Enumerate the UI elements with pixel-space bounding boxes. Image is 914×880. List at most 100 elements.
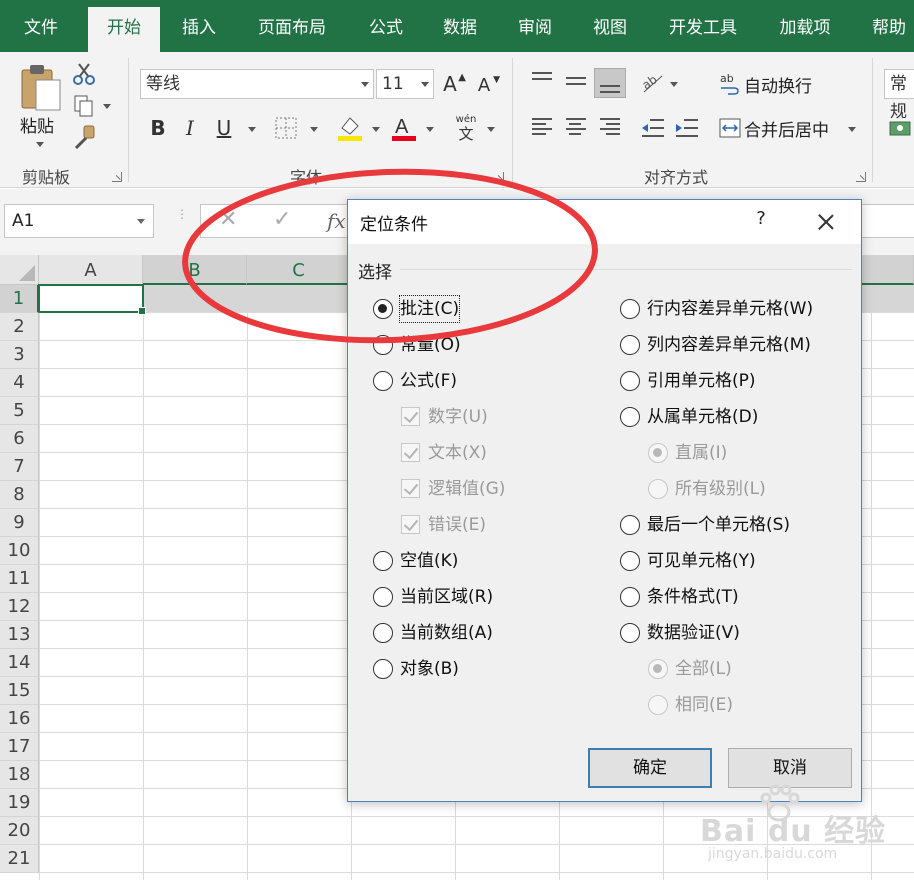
chevron-down-icon[interactable] bbox=[248, 127, 256, 132]
radio-button[interactable] bbox=[620, 407, 640, 427]
tab-home[interactable]: 开始 bbox=[88, 7, 160, 52]
decrease-indent-icon[interactable] bbox=[640, 116, 666, 140]
radio-button[interactable] bbox=[620, 623, 640, 643]
cancel-button[interactable]: 取消 bbox=[728, 748, 852, 788]
row-header[interactable]: 19 bbox=[0, 789, 39, 817]
merge-center-button[interactable]: 合并后居中 bbox=[744, 116, 829, 141]
chevron-down-icon[interactable] bbox=[426, 127, 434, 132]
increase-indent-icon[interactable] bbox=[674, 116, 700, 140]
font-size-combo[interactable]: 11 bbox=[376, 69, 434, 99]
tab-help[interactable]: 帮助 bbox=[862, 0, 914, 52]
tab-review[interactable]: 审阅 bbox=[505, 0, 565, 52]
phonetic-guide-button[interactable]: wén 文 bbox=[452, 114, 480, 144]
row-header[interactable]: 1 bbox=[0, 285, 39, 313]
row-header[interactable]: 13 bbox=[0, 621, 39, 649]
row-header[interactable]: 6 bbox=[0, 425, 39, 453]
paste-button[interactable]: 粘贴 bbox=[12, 58, 66, 156]
row-header[interactable]: 14 bbox=[0, 649, 39, 677]
row-header[interactable]: 5 bbox=[0, 397, 39, 425]
chevron-down-icon[interactable] bbox=[670, 82, 678, 87]
insert-function-icon[interactable]: fx bbox=[327, 209, 346, 233]
row-header[interactable]: 8 bbox=[0, 481, 39, 509]
font-name-combo[interactable]: 等线 bbox=[140, 69, 374, 99]
align-bottom-icon[interactable] bbox=[594, 68, 626, 98]
row-header[interactable]: 15 bbox=[0, 677, 39, 705]
align-center-icon[interactable] bbox=[564, 116, 588, 138]
radio-button[interactable] bbox=[620, 371, 640, 391]
italic-button[interactable]: I bbox=[178, 116, 202, 140]
cut-icon[interactable] bbox=[72, 62, 96, 86]
fill-color-icon[interactable] bbox=[336, 114, 364, 142]
radio-button[interactable] bbox=[620, 587, 640, 607]
radio-button[interactable] bbox=[620, 335, 640, 355]
row-header[interactable]: 11 bbox=[0, 565, 39, 593]
dialog-launcher-icon[interactable] bbox=[112, 172, 122, 182]
align-top-icon[interactable] bbox=[530, 70, 554, 92]
row-header[interactable]: 2 bbox=[0, 313, 39, 341]
align-middle-icon[interactable] bbox=[564, 70, 588, 92]
font-color-icon[interactable]: A bbox=[390, 114, 418, 142]
grow-font-button[interactable]: A ▲ bbox=[438, 72, 466, 96]
tab-insert[interactable]: 插入 bbox=[168, 0, 230, 52]
dialog-launcher-icon[interactable] bbox=[856, 172, 866, 182]
wrap-text-button[interactable]: 自动换行 bbox=[744, 72, 812, 97]
help-button[interactable]: ? bbox=[751, 208, 771, 229]
align-left-icon[interactable] bbox=[530, 116, 554, 138]
radio-button[interactable] bbox=[373, 551, 393, 571]
column-header-a[interactable]: A bbox=[39, 255, 143, 285]
formula-bar-grip-icon[interactable]: ⋮ bbox=[176, 208, 188, 231]
radio-button[interactable] bbox=[373, 371, 393, 391]
ok-button[interactable]: 确定 bbox=[588, 748, 712, 788]
row-header[interactable]: 17 bbox=[0, 733, 39, 761]
row-header[interactable]: 9 bbox=[0, 509, 39, 537]
radio-button[interactable] bbox=[373, 623, 393, 643]
radio-button[interactable] bbox=[373, 299, 393, 319]
borders-icon[interactable] bbox=[274, 116, 298, 140]
orientation-icon[interactable]: ab bbox=[640, 70, 666, 94]
tab-page-layout[interactable]: 页面布局 bbox=[244, 0, 340, 52]
row-header[interactable]: 21 bbox=[0, 845, 39, 873]
row-header[interactable]: 12 bbox=[0, 593, 39, 621]
column-header-c[interactable]: C bbox=[247, 255, 351, 285]
tab-file[interactable]: 文件 bbox=[8, 0, 74, 52]
radio-button[interactable] bbox=[373, 659, 393, 679]
dialog-launcher-icon[interactable] bbox=[494, 172, 504, 182]
tab-view[interactable]: 视图 bbox=[580, 0, 640, 52]
chevron-down-icon[interactable] bbox=[103, 104, 111, 109]
chevron-down-icon[interactable] bbox=[848, 127, 856, 132]
select-all-button[interactable] bbox=[0, 255, 39, 285]
dialog-title-bar[interactable]: 定位条件 ? bbox=[348, 200, 861, 244]
tab-developer[interactable]: 开发工具 bbox=[656, 0, 750, 52]
number-format-combo[interactable]: 常规 bbox=[884, 69, 914, 122]
radio-button[interactable] bbox=[620, 515, 640, 535]
align-right-icon[interactable] bbox=[598, 116, 622, 138]
radio-button[interactable] bbox=[373, 335, 393, 355]
tab-addins[interactable]: 加载项 bbox=[766, 0, 844, 52]
bold-button[interactable]: B bbox=[146, 116, 170, 140]
currency-format-icon[interactable] bbox=[888, 118, 912, 140]
column-header-b[interactable]: B bbox=[143, 255, 247, 285]
underline-button[interactable]: U bbox=[212, 116, 236, 140]
tab-formulas[interactable]: 公式 bbox=[356, 0, 416, 52]
radio-button[interactable] bbox=[620, 551, 640, 571]
active-cell[interactable] bbox=[38, 284, 146, 315]
cancel-icon[interactable]: ✕ bbox=[219, 207, 237, 232]
enter-icon[interactable]: ✓ bbox=[273, 207, 291, 232]
row-header[interactable]: 4 bbox=[0, 369, 39, 397]
shrink-font-button[interactable]: A ▼ bbox=[472, 74, 500, 98]
chevron-down-icon[interactable] bbox=[372, 127, 380, 132]
format-painter-icon[interactable] bbox=[72, 124, 98, 150]
close-icon[interactable] bbox=[814, 210, 838, 234]
radio-button[interactable] bbox=[373, 587, 393, 607]
copy-icon[interactable] bbox=[72, 94, 96, 118]
chevron-down-icon[interactable] bbox=[487, 127, 495, 132]
row-header[interactable]: 18 bbox=[0, 761, 39, 789]
row-header[interactable]: 20 bbox=[0, 817, 39, 845]
row-header[interactable]: 16 bbox=[0, 705, 39, 733]
row-header[interactable]: 7 bbox=[0, 453, 39, 481]
tab-data[interactable]: 数据 bbox=[430, 0, 490, 52]
row-header[interactable]: 3 bbox=[0, 341, 39, 369]
radio-button[interactable] bbox=[620, 299, 640, 319]
name-box[interactable]: A1 bbox=[4, 204, 154, 238]
row-header[interactable]: 10 bbox=[0, 537, 39, 565]
